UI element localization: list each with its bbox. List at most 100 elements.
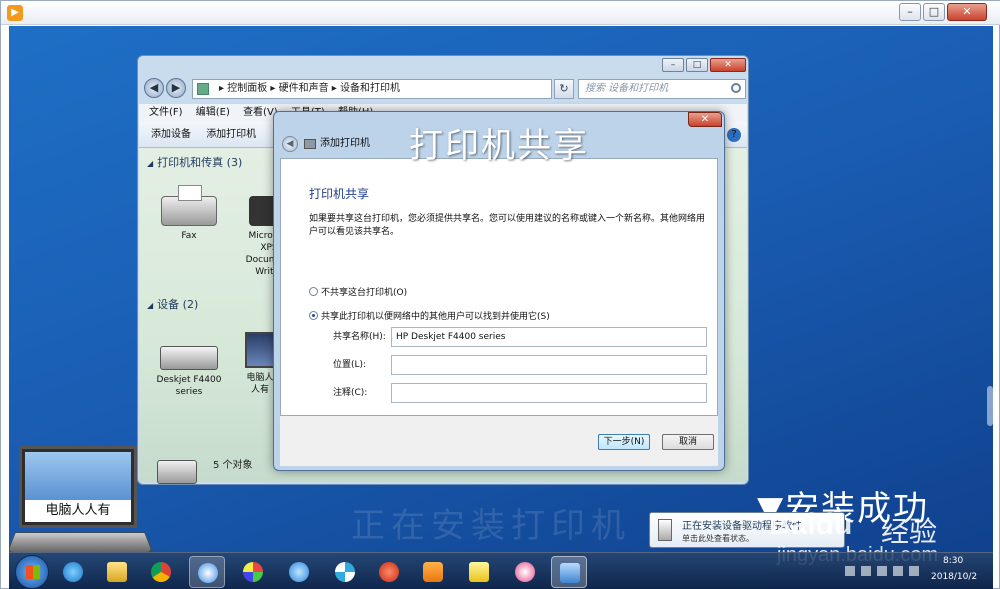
dialog-close-button[interactable]: ✕ xyxy=(688,112,722,127)
dialog-body: 打印机共享 如果要共享这台打印机，您必须提供共享名。您可以使用建议的名称或键入一… xyxy=(280,158,718,416)
device-icon xyxy=(658,519,672,541)
comment-label: 注释(C): xyxy=(333,388,368,398)
pinwheel-taskbar-button[interactable] xyxy=(327,556,363,588)
play-icon: ▶ xyxy=(7,5,23,21)
comment-input[interactable] xyxy=(391,383,707,403)
taskbar: 8:30 2018/10/2 xyxy=(9,552,993,589)
add-printer-button[interactable]: 添加打印机 xyxy=(206,122,256,148)
summary-printer xyxy=(153,448,201,488)
devices-group-label: 设备 (2) xyxy=(157,298,199,311)
location-input[interactable] xyxy=(391,355,707,375)
no-share-option[interactable]: 不共享这台打印机(O) xyxy=(309,287,407,299)
printer-icon xyxy=(157,460,197,484)
player-taskbar-button[interactable] xyxy=(415,556,451,588)
printers-group-header[interactable]: ◢ 打印机和传真 (3) xyxy=(147,154,242,170)
radio-label: 共享此打印机以便网络中的其他用户可以找到并使用它(S) xyxy=(321,312,550,322)
paint-icon xyxy=(243,562,263,582)
devices-group-header[interactable]: ◢ 设备 (2) xyxy=(147,296,198,312)
fax-device[interactable]: Fax xyxy=(153,182,225,242)
dialog-title: 添加打印机 xyxy=(320,138,370,149)
share-option[interactable]: 共享此打印机以便网络中的其他用户可以找到并使用它(S) xyxy=(309,311,550,323)
browser-icon xyxy=(289,562,309,582)
scanner-icon xyxy=(160,346,218,370)
logo-screen: 电脑人人有 xyxy=(19,446,137,528)
tray-arrow-icon[interactable] xyxy=(845,566,855,576)
tray-volume-icon[interactable] xyxy=(909,566,919,576)
refresh-button[interactable]: ↻ xyxy=(554,79,574,99)
deskjet-device[interactable]: Deskjet F4400 series xyxy=(153,332,225,398)
device-label: Deskjet F4400 series xyxy=(156,375,222,397)
cancel-button[interactable]: 取消 xyxy=(662,434,714,450)
back-button[interactable]: ◀ xyxy=(144,78,164,98)
player-titlebar: ▶ – □ ✕ xyxy=(1,1,1000,25)
explorer-taskbar-button[interactable] xyxy=(99,556,135,588)
app-taskbar-button[interactable] xyxy=(189,556,225,588)
control-panel-icon xyxy=(560,563,580,583)
minimize-button[interactable]: – xyxy=(899,3,921,21)
paint-taskbar-button[interactable] xyxy=(235,556,271,588)
computer-device[interactable]: 电脑人人有 xyxy=(243,332,277,396)
menu-file[interactable]: 文件(F) xyxy=(149,104,183,122)
printer-icon xyxy=(304,139,316,149)
watermark-text: 正在安装打印机 xyxy=(351,506,631,546)
folder-icon xyxy=(107,562,127,582)
forward-button[interactable]: ▶ xyxy=(166,78,186,98)
caption-title: 打印机共享 xyxy=(409,126,589,166)
baidu-logo: Baidu xyxy=(769,508,853,541)
maximize-button[interactable]: □ xyxy=(923,3,945,21)
add-device-button[interactable]: 添加设备 xyxy=(151,122,191,148)
notes-taskbar-button[interactable] xyxy=(461,556,497,588)
location-label: 位置(L): xyxy=(333,360,367,370)
video-player-icon xyxy=(423,562,443,582)
explorer-close-button[interactable]: ✕ xyxy=(710,58,746,72)
breadcrumb-item[interactable]: 设备和打印机 xyxy=(340,83,400,94)
search-input[interactable]: 搜索 设备和打印机 xyxy=(578,79,746,99)
share-name-label: 共享名称(H): xyxy=(333,332,386,342)
dialog-description: 如果要共享这台打印机，您必须提供共享名。您可以使用建议的名称或键入一个新名称。其… xyxy=(309,214,706,237)
ie-taskbar-button[interactable] xyxy=(55,556,91,588)
object-count: 5 个对象 xyxy=(213,460,253,471)
dialog-footer: 下一步(N) 取消 xyxy=(280,416,718,466)
channel-logo: 电脑人人有 xyxy=(9,446,154,558)
browser-taskbar-button[interactable] xyxy=(281,556,317,588)
share-name-input[interactable]: HP Deskjet F4400 series xyxy=(391,327,707,347)
breadcrumb-item[interactable]: 硬件和声音 xyxy=(279,83,329,94)
notes-icon xyxy=(469,562,489,582)
chat-icon xyxy=(515,562,535,582)
tray-signal-icon[interactable] xyxy=(893,566,903,576)
device-label: Fax xyxy=(181,231,197,241)
tray-flag-icon[interactable] xyxy=(861,566,871,576)
internet-explorer-icon xyxy=(63,562,83,582)
chrome-taskbar-button[interactable] xyxy=(143,556,179,588)
dialog-back-button[interactable]: ◀ xyxy=(282,136,298,152)
close-button[interactable]: ✕ xyxy=(947,3,987,21)
control-panel-icon xyxy=(197,83,209,95)
chat-taskbar-button[interactable] xyxy=(507,556,543,588)
explorer-maximize-button[interactable]: □ xyxy=(686,58,708,72)
logo-keyboard xyxy=(9,532,154,554)
printers-group-label: 打印机和传真 (3) xyxy=(157,156,243,169)
scroll-handle[interactable] xyxy=(987,386,993,426)
breadcrumb-item[interactable]: 控制面板 xyxy=(227,83,267,94)
desktop: 正在安装打印机 – □ ✕ ◀ ▶ ▸ 控制面板 ▸ 硬件和声音 ▸ 设备和打印… xyxy=(9,26,993,589)
chrome-icon xyxy=(151,562,171,582)
breadcrumb: ▸ 控制面板 ▸ 硬件和声音 ▸ 设备和打印机 xyxy=(219,83,400,94)
app-icon xyxy=(198,563,218,583)
clock-date[interactable]: 2018/10/2 xyxy=(931,572,977,582)
radio-button-selected[interactable] xyxy=(309,311,318,320)
help-icon[interactable]: ? xyxy=(727,128,741,142)
address-bar[interactable]: ▸ 控制面板 ▸ 硬件和声音 ▸ 设备和打印机 ▼ xyxy=(192,79,552,99)
radio-button[interactable] xyxy=(309,287,318,296)
app2-taskbar-button[interactable] xyxy=(371,556,407,588)
menu-edit[interactable]: 编辑(E) xyxy=(196,104,230,122)
start-button[interactable] xyxy=(15,555,49,589)
laptop-icon xyxy=(245,332,275,368)
pinwheel-icon xyxy=(335,562,355,582)
next-button[interactable]: 下一步(N) xyxy=(598,434,650,450)
control-panel-taskbar-button[interactable] xyxy=(551,556,587,588)
dialog-heading: 打印机共享 xyxy=(309,187,370,201)
player-window: ▶ – □ ✕ 正在安装打印机 – □ ✕ ◀ ▶ ▸ 控制面板 ▸ 硬件和声音… xyxy=(0,0,1000,589)
explorer-minimize-button[interactable]: – xyxy=(662,58,684,72)
clock-time[interactable]: 8:30 xyxy=(943,556,963,566)
tray-network-icon[interactable] xyxy=(877,566,887,576)
